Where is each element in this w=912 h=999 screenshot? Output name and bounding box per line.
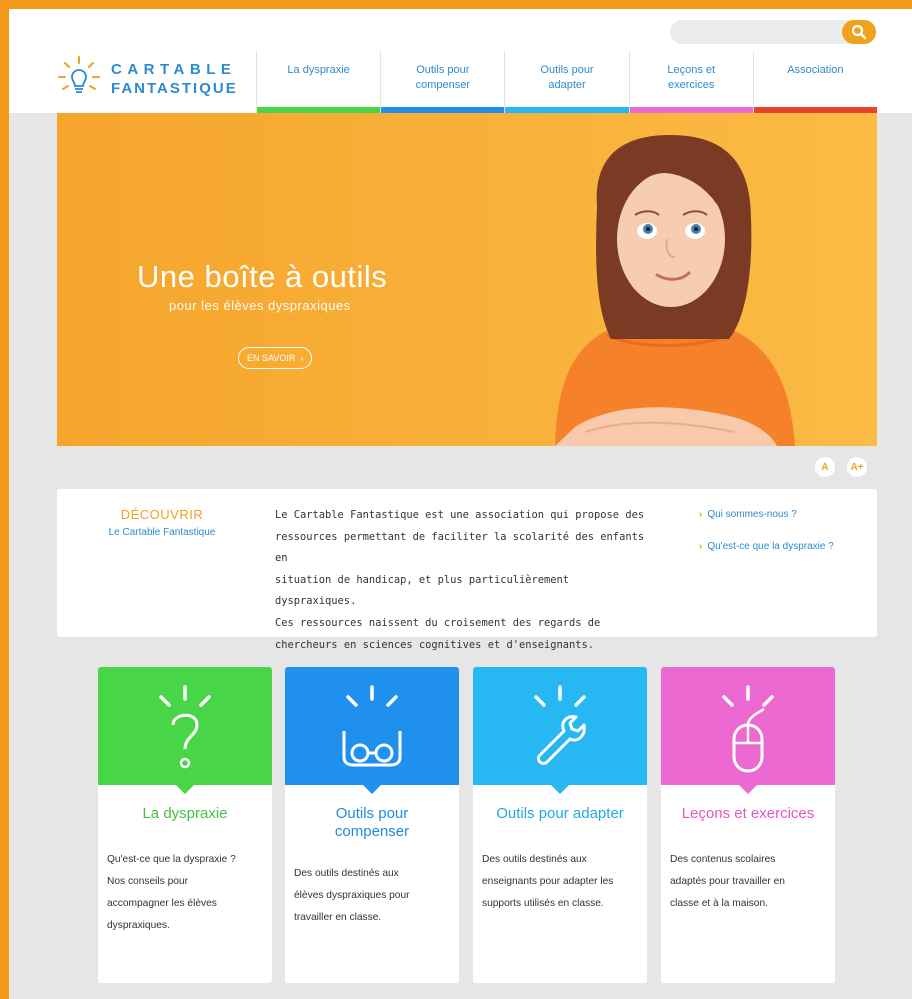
card-lecons-exercices[interactable]: Leçons et exercices Des contenus scolair…	[661, 667, 835, 983]
discover-line: ressources permettant de faciliter la sc…	[275, 530, 645, 565]
card-title-line: La dyspraxie	[142, 805, 228, 822]
card-title: Leçons et exercices	[669, 805, 827, 823]
chevron-right-icon: ›	[699, 541, 703, 552]
nav-item-lecons-exercices[interactable]: Leçons et exercices	[628, 51, 753, 113]
nav-label-line2: adapter	[548, 79, 586, 91]
discover-description: Le Cartable Fantastique est une associat…	[275, 505, 655, 656]
discover-section: DÉCOUVRIR Le Cartable Fantastique Le Car…	[57, 489, 877, 651]
page-frame: CARTABLE FANTASTIQUE La dyspraxie Outils…	[9, 9, 912, 999]
nav-label-line1: Outils pour	[416, 64, 470, 76]
main-nav: La dyspraxie Outils pour compenser Outil…	[256, 51, 878, 113]
nav-item-outils-adapter[interactable]: Outils pour adapter	[504, 51, 629, 113]
card-description: Des outils destinés aux élèves dyspraxiq…	[294, 863, 454, 929]
card-text-line: supports utilisés en classe.	[482, 898, 604, 909]
card-dyspraxie[interactable]: La dyspraxie Qu'est-ce que la dyspraxie …	[98, 667, 272, 983]
card-arrow	[175, 784, 195, 794]
card-text-line: Qu'est-ce que la dyspraxie ?	[107, 854, 236, 865]
search-icon	[851, 24, 867, 40]
nav-item-association[interactable]: Association	[752, 51, 878, 113]
discover-line: Le Cartable Fantastique est une associat…	[275, 509, 645, 521]
card-header	[98, 667, 272, 785]
decrease-font-label: A	[821, 461, 829, 473]
site-header: CARTABLE FANTASTIQUE La dyspraxie Outils…	[9, 9, 912, 113]
glasses-icon	[342, 685, 402, 767]
card-text-line: travailler en classe.	[294, 912, 382, 923]
card-text-line: élèves dyspraxiques pour	[294, 890, 410, 901]
en-savoir-button[interactable]: EN SAVOIR ›	[238, 347, 313, 369]
card-text-line: Des contenus scolaires	[670, 854, 776, 865]
nav-label-line2: compenser	[415, 79, 471, 91]
card-arrow	[550, 784, 570, 794]
card-title: La dyspraxie	[106, 805, 264, 823]
card-title: Outils pour compenser	[293, 805, 451, 841]
hero-subtitle: pour les élèves dyspraxiques	[169, 298, 351, 313]
question-mark-icon	[159, 685, 211, 769]
hero-title: Une boîte à outils	[137, 259, 388, 294]
mouse-icon	[722, 685, 774, 773]
nav-item-dyspraxie[interactable]: La dyspraxie	[256, 51, 381, 113]
card-title-line: Outils pour	[335, 805, 409, 822]
nav-label-line1: Leçons et	[667, 64, 716, 76]
lightbulb-icon	[58, 56, 100, 93]
link-label: Qui sommes-nous ?	[707, 509, 797, 520]
nav-label-line1: Association	[787, 64, 844, 76]
search-bar	[670, 20, 876, 44]
increase-font-label: A+	[850, 461, 864, 473]
card-arrow	[738, 784, 758, 794]
card-text-line: classe et à la maison.	[670, 898, 768, 909]
card-title-line: Outils pour adapter	[496, 805, 624, 822]
chevron-right-icon: ›	[297, 353, 304, 363]
search-button[interactable]	[842, 20, 876, 44]
card-outils-compenser[interactable]: Outils pour compenser Des outils destiné…	[285, 667, 459, 983]
card-header	[661, 667, 835, 785]
chevron-right-icon: ›	[699, 509, 703, 520]
link-quest-ce-que-la-dyspraxie[interactable]: › Qu'est-ce que la dyspraxie ?	[699, 541, 834, 552]
nav-label-line1: La dyspraxie	[287, 64, 350, 76]
card-text-line: Des outils destinés aux	[294, 868, 399, 879]
en-savoir-label: EN SAVOIR	[247, 353, 296, 363]
card-title: Outils pour adapter	[481, 805, 639, 823]
hero-girl-image	[555, 135, 795, 446]
decrease-font-button[interactable]: A	[815, 457, 835, 477]
site-logo[interactable]: CARTABLE FANTASTIQUE	[57, 53, 257, 103]
increase-font-button[interactable]: A+	[847, 457, 867, 477]
card-arrow	[362, 784, 382, 794]
card-text-line: accompagner les élèves	[107, 898, 217, 909]
hero-banner: Une boîte à outils pour les élèves dyspr…	[57, 113, 877, 446]
card-title-line: Leçons et exercices	[681, 805, 815, 822]
discover-title: DÉCOUVRIR	[120, 507, 204, 522]
search-input[interactable]	[680, 22, 844, 44]
card-text-line: dyspraxiques.	[107, 920, 170, 931]
discover-subtitle: Le Cartable Fantastique	[108, 527, 216, 538]
discover-line: situation de handicap, et plus particuli…	[275, 573, 570, 608]
nav-item-outils-compenser[interactable]: Outils pour compenser	[380, 51, 505, 113]
nav-label-line1: Outils pour	[540, 64, 594, 76]
logo-text-line1: CARTABLE	[111, 61, 237, 78]
card-header	[473, 667, 647, 785]
link-label: Qu'est-ce que la dyspraxie ?	[707, 541, 834, 552]
card-outils-adapter[interactable]: Outils pour adapter Des outils destinés …	[473, 667, 647, 983]
card-text-line: Des outils destinés aux	[482, 854, 587, 865]
card-text-line: Nos conseils pour	[107, 876, 188, 887]
card-description: Qu'est-ce que la dyspraxie ? Nos conseil…	[107, 849, 267, 937]
card-title-line: compenser	[334, 823, 410, 840]
card-header	[285, 667, 459, 785]
link-qui-sommes-nous[interactable]: › Qui sommes-nous ?	[699, 509, 797, 520]
card-description: Des outils destinés aux enseignants pour…	[482, 849, 642, 915]
logo-text-line2: FANTASTIQUE	[111, 80, 238, 97]
card-description: Des contenus scolaires adaptés pour trav…	[670, 849, 830, 915]
nav-label-line2: exercices	[667, 79, 715, 91]
discover-line: Ces ressources naissent du croisement de…	[275, 616, 601, 629]
wrench-icon	[534, 685, 586, 765]
card-text-line: enseignants pour adapter les	[482, 876, 614, 887]
discover-line: chercheurs en sciences cognitives et d'e…	[275, 638, 595, 651]
card-text-line: adaptés pour travailler en	[670, 876, 785, 887]
